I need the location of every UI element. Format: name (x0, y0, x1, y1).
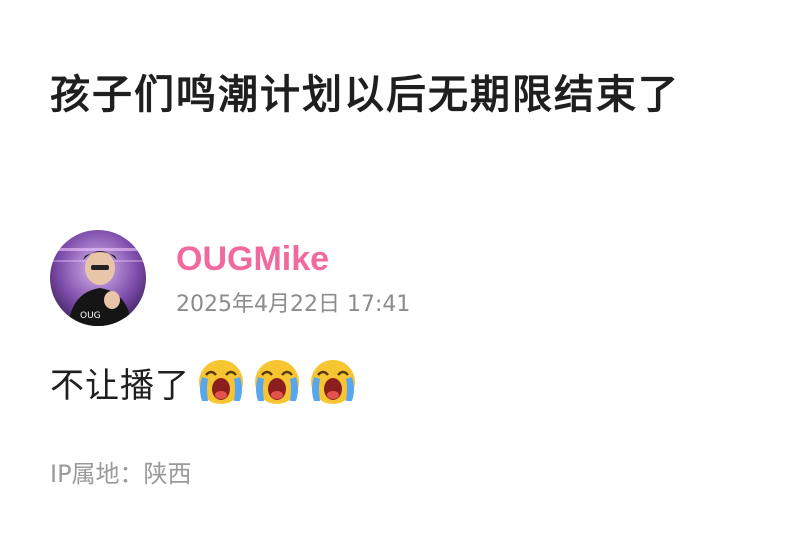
loudly-crying-face-icon (308, 357, 358, 407)
author-row: OUG OUGMike 2025年4月22日 17:41 (50, 228, 410, 328)
ip-location: IP属地：陕西 (50, 460, 192, 488)
author-name[interactable]: OUGMike (176, 237, 410, 281)
author-meta: OUGMike 2025年4月22日 17:41 (176, 237, 410, 319)
avatar[interactable]: OUG (50, 230, 146, 326)
post-title: 孩子们鸣潮计划以后无期限结束了 (50, 72, 680, 118)
avatar-image: OUG (50, 230, 146, 326)
loudly-crying-face-icon (252, 357, 302, 407)
post-timestamp: 2025年4月22日 17:41 (176, 292, 411, 317)
loudly-crying-face-icon (196, 357, 246, 407)
post-body-text: 不让播了 (50, 365, 190, 406)
svg-text:OUG: OUG (80, 311, 101, 321)
post-body: 不让播了 (50, 352, 358, 412)
